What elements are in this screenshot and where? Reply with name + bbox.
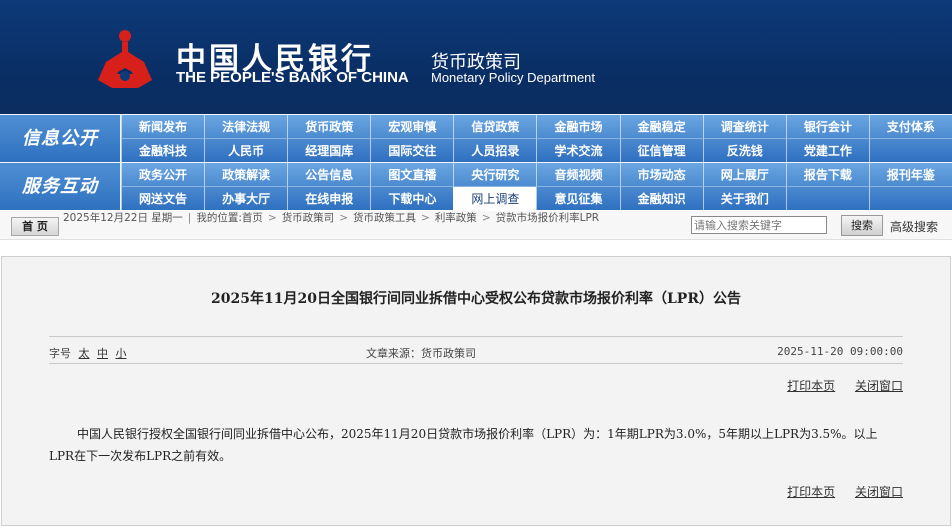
breadcrumb-item[interactable]: 货币政策司 [282,212,335,224]
nav-item[interactable]: 信贷政策 [453,115,537,139]
nav-empty-cell [868,186,952,210]
breadcrumb: 2025年12月22日 星期一 | 我的位置:首页 > 货币政策司 > 货币政策工具 > 利率政… [63,212,600,224]
font-size-label: 字号 [49,347,71,360]
info-nav-block: 信息公开 新闻发布 法律法规 货币政策 宏观审慎 信贷政策 金融市场 金融稳定 调查统计 银行会… [0,115,952,162]
service-nav-grid: 政务公开 政策解读 公告信息 图文直播 央行研究 音频视频 市场动态 网上展厅 报告下载 报刊年鉴… [121,163,952,210]
advanced-search-link[interactable]: 高级搜索 [890,218,938,235]
nav-empty-cell [785,186,869,210]
close-window-link[interactable]: 关闭窗口 [855,485,903,499]
nav-item[interactable]: 金融市场 [536,115,620,139]
nav-item[interactable]: 金融知识 [619,186,703,210]
nav-item[interactable]: 央行研究 [453,163,537,187]
nav-item[interactable]: 人员招录 [453,138,536,162]
search-button[interactable]: 搜索 [841,215,883,236]
nav-item[interactable]: 宏观审慎 [370,115,454,139]
print-link[interactable]: 打印本页 [787,485,835,499]
print-link[interactable]: 打印本页 [787,379,835,393]
nav-empty-cell [868,138,952,162]
nav-item[interactable]: 政策解读 [204,163,288,187]
nav-item[interactable]: 关于我们 [702,186,786,210]
nav-item[interactable]: 经理国库 [287,138,370,162]
nav-item[interactable]: 政务公开 [121,163,205,187]
service-nav-block: 服务互动 政务公开 政策解读 公告信息 图文直播 央行研究 音频视频 市场动态 网上展厅 报告下… [0,163,952,210]
breadcrumb-location[interactable]: 我的位置:首页 [196,212,263,224]
close-window-link[interactable]: 关闭窗口 [855,379,903,393]
nav-item[interactable]: 反洗钱 [702,138,786,162]
site-header: 中国人民银行 THE PEOPLE'S BANK OF CHINA 货币政策司 … [0,0,952,114]
service-nav-label: 服务互动 [0,163,120,210]
nav-item[interactable]: 音频视频 [536,163,620,187]
article-title: 2025年11月20日全国银行间同业拆借中心受权公布贷款市场报价利率（LPR）公… [211,291,741,307]
font-size-small[interactable]: 小 [116,347,127,360]
font-size-large[interactable]: 太 [79,347,90,360]
nav-item[interactable]: 在线申报 [287,186,370,210]
nav-item[interactable]: 公告信息 [287,163,371,187]
publish-time: 2025-11-20 09:00:00 [777,345,903,358]
breadcrumb-item[interactable]: 利率政策 [435,212,477,224]
department-name-en: Monetary Policy Department [431,70,596,85]
breadcrumb-item[interactable]: 货币政策工具 [353,212,416,224]
nav-item[interactable]: 网送文告 [121,186,204,210]
home-button[interactable]: 首 页 [11,217,59,236]
nav-item[interactable]: 报刊年鉴 [868,163,952,187]
nav-item[interactable]: 报告下载 [785,163,869,187]
nav-item[interactable]: 金融科技 [121,138,204,162]
nav-item[interactable]: 学术交流 [536,138,619,162]
nav-item[interactable]: 办事大厅 [204,186,287,210]
info-nav-grid: 新闻发布 法律法规 货币政策 宏观审慎 信贷政策 金融市场 金融稳定 调查统计 银行会计 支付体系… [121,115,952,162]
nav-item[interactable]: 意见征集 [536,186,619,210]
nav-item[interactable]: 下载中心 [370,186,453,210]
info-nav-label: 信息公开 [0,115,120,162]
nav-item[interactable]: 党建工作 [785,138,869,162]
nav-item[interactable]: 调查统计 [702,115,786,139]
pboc-emblem-icon [98,30,152,88]
font-size-medium[interactable]: 中 [97,347,108,360]
search-input[interactable] [691,216,827,234]
nav-item[interactable]: 法律法规 [204,115,288,139]
current-date: 2025年12月22日 星期一 [63,212,183,224]
breadcrumb-item[interactable]: 贷款市场报价利率LPR [496,212,599,224]
article-body: 中国人民银行授权全国银行间同业拆借中心公布，2025年11月20日贷款市场报价利… [49,427,878,463]
nav-item[interactable]: 银行会计 [785,115,869,139]
nav-item[interactable]: 金融稳定 [619,115,703,139]
nav-item[interactable]: 人民币 [204,138,287,162]
nav-item[interactable]: 支付体系 [868,115,952,139]
nav-item[interactable]: 货币政策 [287,115,371,139]
article-meta: 字号 太 中 小 文章来源：货币政策司 2025-11-20 09:00:00 [49,336,903,364]
nav-item[interactable]: 图文直播 [370,163,454,187]
article-tools-bottom: 打印本页 关闭窗口 [771,483,903,500]
nav-item[interactable]: 网上调查 [453,186,537,210]
nav-item[interactable]: 网上展厅 [702,163,786,187]
nav-item[interactable]: 新闻发布 [121,115,205,139]
article-tools-top: 打印本页 关闭窗口 [771,377,903,394]
nav-item[interactable]: 市场动态 [619,163,703,187]
article-source: 文章来源：货币政策司 [366,347,476,360]
font-size-control: 字号 太 中 小 [49,345,127,361]
nav-item[interactable]: 征信管理 [619,138,703,162]
nav-item[interactable]: 国际交往 [370,138,453,162]
logo-english: THE PEOPLE'S BANK OF CHINA [176,69,409,86]
